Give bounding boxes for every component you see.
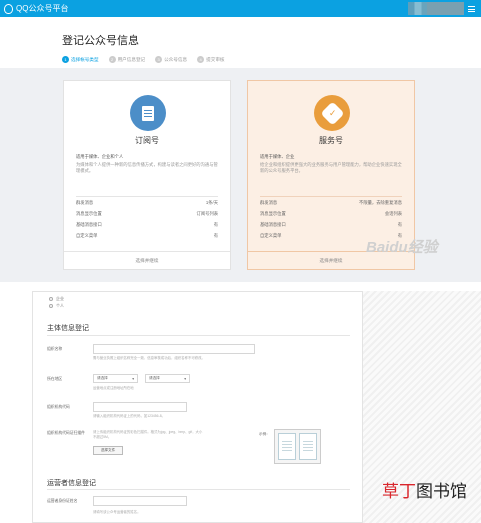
location-hint: 运营地点或注册地址所在地 <box>93 386 134 390</box>
step-label: 公众号信息 <box>164 56 188 62</box>
step-number: 2 <box>108 56 116 63</box>
org-name-input[interactable] <box>93 344 255 354</box>
verified-badge-icon: ✓ <box>319 100 345 126</box>
radio-enterprise[interactable]: 企业 <box>49 296 64 302</box>
section-subject-info: 主体信息登记 <box>47 325 89 332</box>
radio-circle-icon <box>49 297 53 301</box>
license-image-hint: 请上传组织机构代码证的彩色扫描件。格式为jpg、jpeg、bmp、gif，大小不… <box>93 430 203 439</box>
card-description: 适用于媒体、企业和个人 为媒体和个人提供一种新的信息传播方式，构建与读者之间更好… <box>76 154 218 174</box>
org-name-label: 组织名称 <box>47 347 63 351</box>
feature-key: 消息显示位置 <box>260 210 286 216</box>
feature-row: 群发消息 不限量，去除重复消息 <box>260 197 402 208</box>
select-subscription-button[interactable]: 选择并继续 <box>64 251 230 269</box>
location-label: 所在地区 <box>47 377 63 381</box>
app-name: QQ公众号平台 <box>16 4 69 13</box>
feature-value: 1条/天 <box>205 199 218 205</box>
chevron-down-icon: ▾ <box>132 376 134 381</box>
account-area <box>408 2 475 15</box>
org-name-hint: 需与营业执照上组织名称完全一致，信息审核成功后，组织名称不可修改。 <box>93 356 205 360</box>
step-1: 1 选择帐号类型 <box>62 56 99 63</box>
license-image-label: 组织机构代码证扫描件 <box>47 431 85 435</box>
step-number: 3 <box>155 56 163 63</box>
feature-value: 有 <box>213 221 218 227</box>
feature-key: 群发消息 <box>76 199 94 205</box>
card-desc-text: 给企业和组织提供更强大的业务服务与用户管理能力，帮助企业快速实现全新的公众号服务… <box>260 162 402 173</box>
subscription-icon-circle <box>130 95 166 131</box>
page-title: 登记公众号信息 <box>62 35 139 47</box>
feature-table: 群发消息 不限量，去除重复消息 消息显示位置 会话列表 基础消息接口 有 自定义菜单 有 <box>260 196 402 241</box>
divider <box>47 489 350 490</box>
baidu-watermark: Baidu经验 <box>366 239 438 256</box>
operator-id-input[interactable] <box>93 496 187 506</box>
step-4: 4 提交审核 <box>197 56 225 63</box>
step-number: 4 <box>197 56 205 63</box>
subscription-card[interactable]: 订阅号 适用于媒体、企业和个人 为媒体和个人提供一种新的信息传播方式，构建与读者… <box>63 80 231 270</box>
card-desc-text: 为媒体和个人提供一种新的信息传播方式，构建与读者之间更好的沟通与管理模式。 <box>76 162 218 173</box>
step-indicator: 1 选择帐号类型 2 用户信息登记 3 公众号信息 4 提交审核 <box>62 56 225 63</box>
choose-file-button[interactable]: 选择文件 <box>93 446 123 455</box>
feature-key: 自定义菜单 <box>76 232 98 238</box>
license-no-hint: 请输入组织机构代码证上的代码，如123456-8。 <box>93 414 165 418</box>
license-no-input[interactable] <box>93 402 187 412</box>
city-select[interactable]: 请选择 ▾ <box>145 374 190 383</box>
document-icon <box>142 105 154 121</box>
card-description: 适用于媒体、企业 给企业和组织提供更强大的业务服务与用户管理能力，帮助企业快速实… <box>260 154 402 174</box>
province-select[interactable]: 请选择 ▾ <box>93 374 138 383</box>
feature-value: 有 <box>397 221 402 227</box>
avatar[interactable] <box>408 2 464 15</box>
certificate-image <box>299 433 317 460</box>
license-no-label: 组织机构代码 <box>47 405 70 409</box>
step-3: 3 公众号信息 <box>155 56 187 63</box>
feature-row: 自定义菜单 有 <box>76 230 218 241</box>
app-logo[interactable]: QQ公众号平台 <box>4 3 68 14</box>
card-title: 订阅号 <box>135 136 159 145</box>
brand-part-1: 草丁 <box>382 482 416 502</box>
operator-id-label: 运营者身份证姓名 <box>47 499 78 503</box>
feature-value: 不限量，去除重复消息 <box>359 199 402 205</box>
feature-key: 自定义菜单 <box>260 232 282 238</box>
feature-row: 基础消息接口 有 <box>76 219 218 230</box>
service-icon-circle: ✓ <box>314 95 350 131</box>
step-label: 提交审核 <box>206 56 225 62</box>
example-label: 示例： <box>259 432 270 436</box>
feature-value: 订阅号列表 <box>196 210 218 216</box>
brand-part-2: 图书馆 <box>416 482 467 502</box>
radio-label: 个人 <box>56 303 64 308</box>
divider <box>47 335 350 336</box>
example-certificates <box>274 429 321 464</box>
certificate-image <box>278 433 296 460</box>
radio-individual[interactable]: 个人 <box>49 303 64 309</box>
section-operator-info: 运营者信息登记 <box>47 480 96 487</box>
feature-row: 消息显示位置 会话列表 <box>260 208 402 219</box>
chevron-down-icon: ▾ <box>184 376 186 381</box>
select-value: 请选择 <box>149 376 160 380</box>
step-label: 用户信息登记 <box>117 56 146 62</box>
top-bar: QQ公众号平台 <box>0 0 481 17</box>
card-suitability: 适用于媒体、企业 <box>260 154 295 159</box>
site-watermark: 草丁图书馆 <box>382 477 467 502</box>
registration-form: 企业 个人 主体信息登记 组织名称 需与营业执照上组织名称完全一致，信息审核成功… <box>32 291 363 523</box>
radio-circle-icon <box>49 304 53 308</box>
radio-label: 企业 <box>56 296 64 301</box>
feature-key: 消息显示位置 <box>76 210 102 216</box>
qq-penguin-icon <box>4 3 13 14</box>
feature-row: 群发消息 1条/天 <box>76 197 218 208</box>
step-2: 2 用户信息登记 <box>108 56 146 63</box>
feature-table: 群发消息 1条/天 消息显示位置 订阅号列表 基础消息接口有 自定义菜单有 <box>76 196 218 241</box>
step-label: 选择帐号类型 <box>71 56 99 62</box>
feature-key: 基础消息接口 <box>76 221 102 227</box>
feature-row: 消息显示位置 订阅号列表 <box>76 208 218 219</box>
step-number: 1 <box>62 56 69 63</box>
menu-icon[interactable] <box>468 5 475 12</box>
feature-value: 有 <box>213 232 218 238</box>
card-title: 服务号 <box>319 136 343 145</box>
feature-key: 基础消息接口 <box>260 221 286 227</box>
feature-key: 群发消息 <box>260 199 278 205</box>
feature-row: 基础消息接口 有 <box>260 219 402 230</box>
card-suitability: 适用于媒体、企业和个人 <box>76 154 124 159</box>
operator-id-hint: 请填写该公众号运营者的姓名。 <box>93 510 141 514</box>
feature-value: 会话列表 <box>384 210 402 216</box>
select-value: 请选择 <box>97 376 108 380</box>
